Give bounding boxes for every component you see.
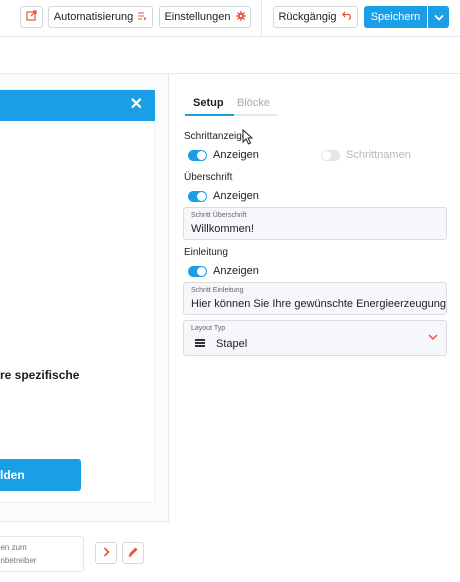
preview-panel: ✕ re spezifische lden ben zum enbetreibe… bbox=[0, 74, 169, 582]
gear-icon bbox=[235, 10, 246, 24]
undo-icon bbox=[341, 11, 353, 23]
undo-button[interactable]: Rückgängig bbox=[273, 6, 358, 28]
heading-field-value[interactable]: Willkommen! bbox=[191, 223, 254, 235]
heading-field-label: Schritt Überschrift bbox=[191, 212, 247, 219]
stack-icon bbox=[195, 339, 205, 347]
layout-field-label: Layout Typ bbox=[191, 325, 226, 332]
tab-bloecke[interactable]: Blöcke bbox=[237, 96, 270, 110]
edit-step-button[interactable] bbox=[122, 542, 144, 564]
intro-show-toggle[interactable]: Anzeigen bbox=[188, 264, 259, 278]
next-step-button[interactable] bbox=[95, 542, 117, 564]
undo-label: Rückgängig bbox=[278, 11, 337, 23]
active-tab-indicator bbox=[185, 114, 234, 116]
intro-section-label: Einleitung bbox=[184, 247, 228, 258]
preview-cta-button[interactable]: lden bbox=[0, 459, 81, 491]
settings-button[interactable]: Einstellungen bbox=[159, 6, 251, 28]
toggle-label: Anzeigen bbox=[213, 265, 259, 277]
preview-header: ✕ bbox=[0, 90, 155, 121]
heading-field[interactable]: Schritt Überschrift Willkommen! bbox=[183, 207, 447, 240]
settings-label: Einstellungen bbox=[164, 11, 231, 23]
close-icon[interactable]: ✕ bbox=[130, 96, 143, 114]
mouse-cursor-icon bbox=[242, 128, 254, 145]
chevron-down-icon bbox=[433, 8, 444, 26]
toggle-switch[interactable] bbox=[188, 265, 207, 277]
toggle-switch[interactable] bbox=[188, 190, 207, 202]
top-toolbar: Automatisierung Einstellungen Rückgängig… bbox=[0, 0, 460, 36]
layout-field-value: Stapel bbox=[216, 338, 248, 350]
toolbar-divider bbox=[261, 0, 262, 36]
external-link-icon bbox=[26, 10, 37, 24]
layout-type-select[interactable]: Layout Typ Stapel bbox=[183, 320, 447, 356]
heading-show-toggle[interactable]: Anzeigen bbox=[188, 189, 259, 203]
tab-setup[interactable]: Setup bbox=[193, 96, 224, 110]
step-display-heading: Schrittanzeige bbox=[184, 131, 248, 142]
chevron-right-icon bbox=[103, 546, 110, 560]
save-options-button[interactable] bbox=[428, 6, 449, 28]
editor-window: Automatisierung Einstellungen Rückgängig… bbox=[0, 0, 460, 582]
chevron-down-icon[interactable] bbox=[427, 330, 439, 342]
preview-body-text: re spezifische bbox=[0, 368, 80, 382]
toggle-label: Schrittnamen bbox=[346, 149, 411, 161]
toggle-label: Anzeigen bbox=[213, 149, 259, 161]
pencil-icon bbox=[128, 546, 139, 560]
toggle-switch[interactable] bbox=[188, 149, 207, 161]
step-navigation: ben zum enbetreiber bbox=[0, 521, 169, 582]
preview-card: ✕ re spezifische lden bbox=[0, 89, 155, 503]
intro-field-label: Schritt Einleitung bbox=[191, 287, 244, 294]
sub-header-band bbox=[0, 36, 460, 74]
automation-label: Automatisierung bbox=[53, 11, 134, 23]
step-card[interactable]: ben zum enbetreiber bbox=[0, 536, 84, 572]
panel-tabs: Setup Blöcke bbox=[185, 96, 277, 116]
step-names-toggle[interactable]: Schrittnamen bbox=[321, 148, 411, 162]
intro-field[interactable]: Schritt Einleitung Hier können Sie Ihre … bbox=[183, 282, 447, 315]
heading-section-label: Überschrift bbox=[184, 172, 233, 183]
list-lines-icon bbox=[138, 11, 147, 23]
automation-button[interactable]: Automatisierung bbox=[48, 6, 153, 28]
step-card-line: ben zum bbox=[0, 543, 27, 552]
step-card-line: enbetreiber bbox=[0, 556, 37, 565]
open-external-button[interactable] bbox=[20, 6, 43, 28]
intro-field-value[interactable]: Hier können Sie Ihre gewünschte Energiee… bbox=[191, 298, 446, 310]
toggle-label: Anzeigen bbox=[213, 190, 259, 202]
settings-panel: Setup Blöcke Schrittanzeige Anzeigen Sch… bbox=[170, 74, 460, 582]
toggle-switch[interactable] bbox=[321, 149, 340, 161]
step-display-show-toggle[interactable]: Anzeigen bbox=[188, 148, 259, 162]
save-button[interactable]: Speichern bbox=[364, 6, 427, 28]
